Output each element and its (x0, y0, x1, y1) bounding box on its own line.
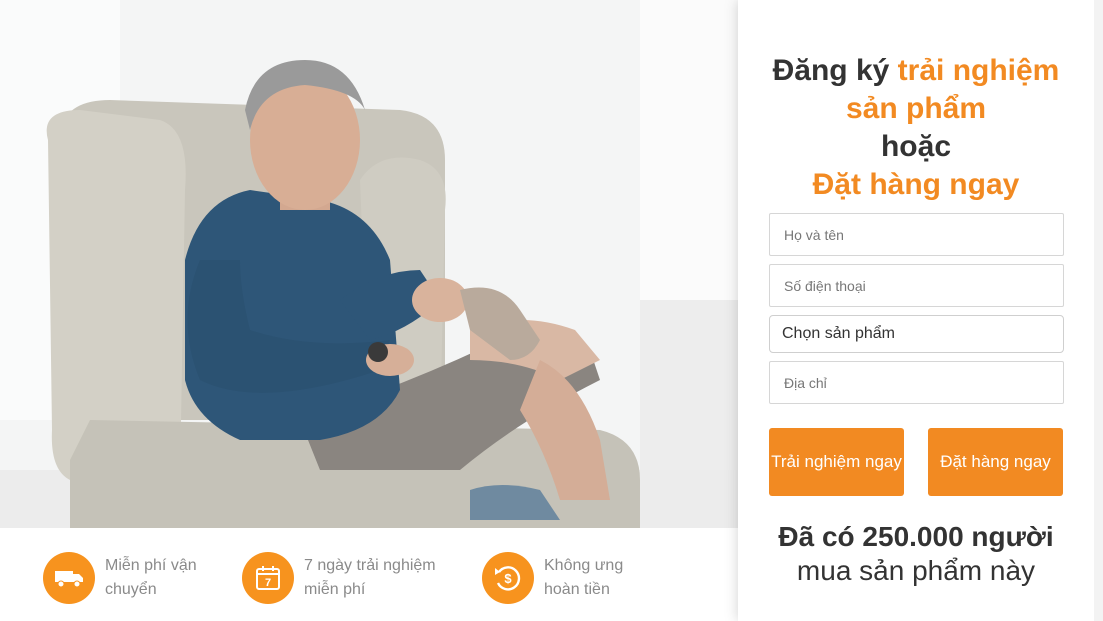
delivery-truck-icon (43, 552, 95, 604)
address-input[interactable] (769, 361, 1064, 404)
heading-or: hoặc (880, 130, 952, 163)
benefit-free-shipping: Miễn phí vận chuyển (43, 552, 197, 604)
trial-button[interactable]: Trải nghiệm ngay (769, 428, 904, 496)
buyer-count-line-1: Đã có 250.000 người (778, 521, 1054, 552)
benefit-label: 7 ngày trải nghiệm miễn phí (304, 554, 436, 602)
benefit-label: Miễn phí vận chuyển (105, 554, 197, 602)
benefit-line: 7 ngày trải nghiệm (304, 557, 436, 574)
calendar-7-icon: 7 (242, 552, 294, 604)
product-select-value: Chọn sản phẩm (782, 325, 895, 342)
page-gutter (1094, 0, 1103, 621)
phone-input[interactable] (769, 264, 1064, 307)
benefit-line: Miễn phí vận (105, 557, 197, 574)
heading-trial: trải nghiệm (897, 54, 1060, 87)
benefit-line: chuyển (105, 581, 157, 598)
heading-register: Đăng ký (772, 54, 898, 87)
trial-button-label: Trải nghiệm ngay (771, 452, 902, 471)
order-button[interactable]: Đặt hàng ngay (928, 428, 1063, 496)
benefit-line: miễn phí (304, 581, 366, 598)
heading-product: sản phẩm (845, 92, 987, 125)
benefit-money-back: $ Không ưng hoàn tiền (482, 552, 623, 604)
benefit-label: Không ưng hoàn tiền (544, 554, 623, 602)
svg-text:$: $ (504, 571, 512, 586)
benefit-line: hoàn tiền (544, 581, 610, 598)
benefit-line: Không ưng (544, 557, 624, 574)
buyer-count: Đã có 250.000 người mua sản phẩm này (738, 520, 1094, 588)
heading-line-1: Đăng ký trải nghiệm (738, 52, 1094, 90)
buyer-count-line-2: mua sản phẩm này (796, 555, 1036, 586)
name-input[interactable] (769, 213, 1064, 256)
benefits-strip: Miễn phí vận chuyển 7 7 ngày trải nghiệm… (0, 528, 738, 621)
heading-order-now: Đặt hàng ngay (812, 168, 1020, 201)
hero-illustration (0, 0, 738, 528)
product-select[interactable]: Chọn sản phẩm (769, 315, 1064, 353)
svg-text:7: 7 (265, 577, 271, 589)
form-heading: Đăng ký trải nghiệm sản phẩm hoặc Đặt hà… (738, 52, 1094, 204)
order-button-label: Đặt hàng ngay (940, 452, 1051, 471)
hero-image (0, 0, 738, 528)
order-form-panel: Đăng ký trải nghiệm sản phẩm hoặc Đặt hà… (738, 0, 1094, 621)
money-back-icon: $ (482, 552, 534, 604)
benefit-free-trial: 7 7 ngày trải nghiệm miễn phí (242, 552, 436, 604)
